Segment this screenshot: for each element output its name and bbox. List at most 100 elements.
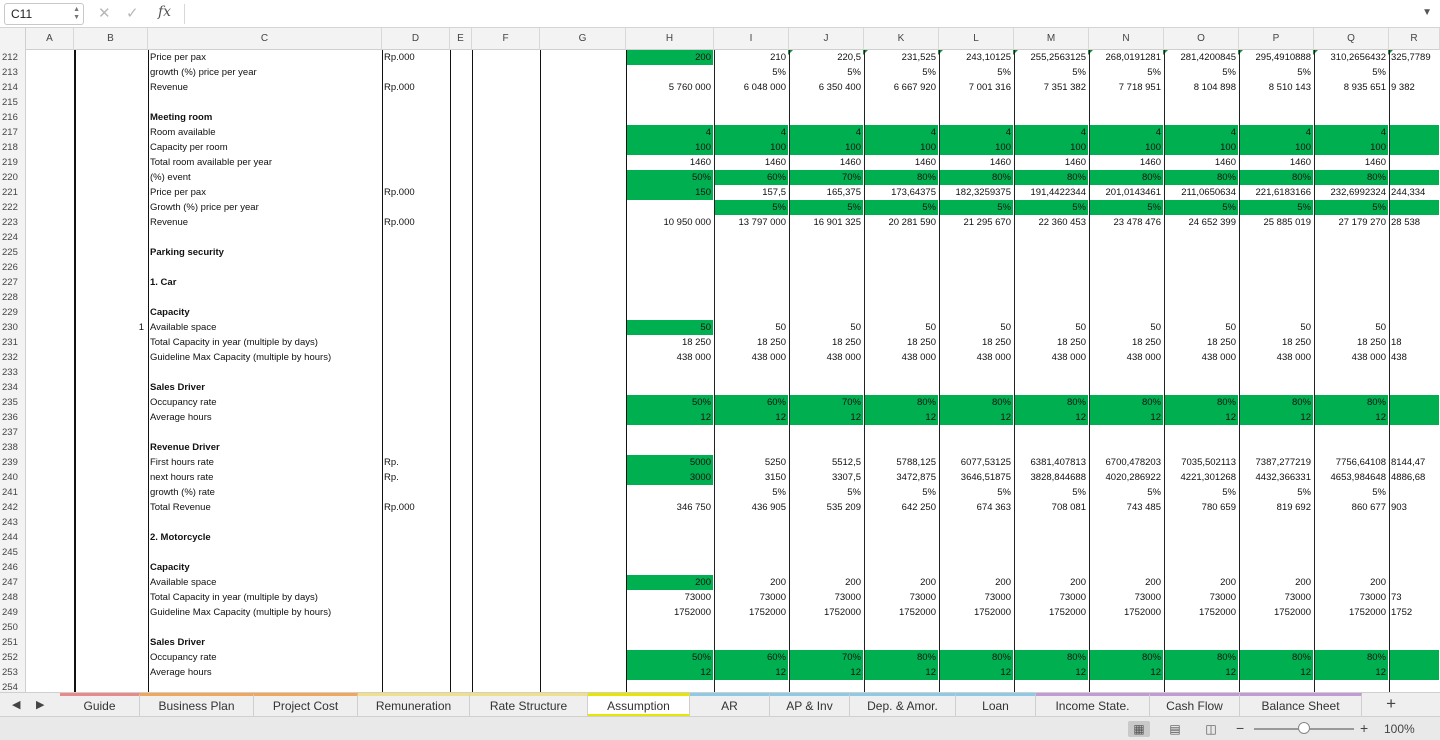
row-header[interactable]: 216 bbox=[0, 110, 26, 125]
value-cell-p[interactable]: 819 692 bbox=[1239, 500, 1313, 515]
column-header-a[interactable]: A bbox=[26, 28, 74, 50]
value-cell-m[interactable]: 6381,407813 bbox=[1014, 455, 1088, 470]
value-cell-r[interactable]: 903 bbox=[1389, 500, 1439, 515]
value-cell-j[interactable]: 12 bbox=[789, 665, 863, 680]
value-cell-n[interactable]: 80% bbox=[1089, 650, 1163, 665]
value-cell-p[interactable]: 80% bbox=[1239, 395, 1313, 410]
value-cell-k[interactable]: 80% bbox=[864, 650, 938, 665]
value-cell-k[interactable]: 4 bbox=[864, 125, 938, 140]
value-cell-h[interactable]: 12 bbox=[626, 410, 713, 425]
value-cell-k[interactable]: 5% bbox=[864, 485, 938, 500]
row-header[interactable]: 250 bbox=[0, 620, 26, 635]
value-cell-k[interactable]: 642 250 bbox=[864, 500, 938, 515]
value-cell-i[interactable]: 12 bbox=[714, 665, 788, 680]
row-header[interactable]: 236 bbox=[0, 410, 26, 425]
row-label[interactable]: next hours rate bbox=[148, 470, 382, 485]
value-cell-j[interactable]: 70% bbox=[789, 650, 863, 665]
row-header[interactable]: 235 bbox=[0, 395, 26, 410]
row-header[interactable]: 215 bbox=[0, 95, 26, 110]
value-cell-k[interactable]: 18 250 bbox=[864, 335, 938, 350]
value-cell-n[interactable]: 12 bbox=[1089, 665, 1163, 680]
value-cell-j[interactable]: 438 000 bbox=[789, 350, 863, 365]
value-cell-h[interactable]: 10 950 000 bbox=[626, 215, 713, 230]
value-cell-l[interactable]: 1460 bbox=[939, 155, 1013, 170]
row-header[interactable]: 225 bbox=[0, 245, 26, 260]
value-cell-l[interactable]: 12 bbox=[939, 410, 1013, 425]
value-cell-p[interactable]: 295,4910888 bbox=[1239, 50, 1313, 65]
value-cell-r[interactable] bbox=[1389, 155, 1439, 170]
value-cell-q[interactable]: 80% bbox=[1314, 650, 1388, 665]
unit-cell[interactable]: Rp.000 bbox=[382, 215, 450, 230]
prev-sheet-icon[interactable]: ◀ bbox=[12, 698, 20, 711]
value-cell-q[interactable]: 50 bbox=[1314, 320, 1388, 335]
column-header-d[interactable]: D bbox=[382, 28, 450, 50]
row-header[interactable]: 223 bbox=[0, 215, 26, 230]
row-label[interactable]: 1. Car bbox=[148, 275, 382, 290]
value-cell-q[interactable]: 5% bbox=[1314, 65, 1388, 80]
cell-b[interactable]: 1 bbox=[74, 320, 146, 335]
value-cell-j[interactable]: 5% bbox=[789, 485, 863, 500]
value-cell-j[interactable]: 50 bbox=[789, 320, 863, 335]
value-cell-j[interactable]: 4 bbox=[789, 125, 863, 140]
value-cell-j[interactable]: 220,5 bbox=[789, 50, 863, 65]
value-cell-o[interactable]: 4221,301268 bbox=[1164, 470, 1238, 485]
tab-balance-sheet[interactable]: Balance Sheet bbox=[1240, 693, 1362, 716]
value-cell-i[interactable]: 5% bbox=[714, 485, 788, 500]
row-header[interactable]: 240 bbox=[0, 470, 26, 485]
value-cell-r[interactable]: 4886,68 bbox=[1389, 470, 1439, 485]
value-cell-n[interactable]: 268,0191281 bbox=[1089, 50, 1163, 65]
value-cell-h[interactable]: 200 bbox=[626, 50, 713, 65]
row-label[interactable]: Total Revenue bbox=[148, 500, 382, 515]
value-cell-k[interactable]: 200 bbox=[864, 575, 938, 590]
value-cell-n[interactable]: 743 485 bbox=[1089, 500, 1163, 515]
value-cell-p[interactable]: 73000 bbox=[1239, 590, 1313, 605]
value-cell-n[interactable]: 5% bbox=[1089, 200, 1163, 215]
row-label[interactable]: Available space bbox=[148, 575, 382, 590]
value-cell-l[interactable]: 3646,51875 bbox=[939, 470, 1013, 485]
unit-cell[interactable]: Rp.000 bbox=[382, 185, 450, 200]
value-cell-h[interactable]: 200 bbox=[626, 575, 713, 590]
value-cell-h[interactable]: 4 bbox=[626, 125, 713, 140]
name-box[interactable]: C11 ▲ ▼ bbox=[4, 3, 84, 25]
value-cell-o[interactable]: 5% bbox=[1164, 65, 1238, 80]
value-cell-o[interactable]: 200 bbox=[1164, 575, 1238, 590]
tab-assumption[interactable]: Assumption bbox=[588, 693, 690, 716]
value-cell-l[interactable]: 674 363 bbox=[939, 500, 1013, 515]
value-cell-p[interactable]: 4 bbox=[1239, 125, 1313, 140]
value-cell-o[interactable]: 5% bbox=[1164, 200, 1238, 215]
select-all-corner[interactable] bbox=[0, 28, 26, 50]
column-header-r[interactable]: R bbox=[1389, 28, 1440, 50]
value-cell-n[interactable]: 1752000 bbox=[1089, 605, 1163, 620]
value-cell-p[interactable]: 1460 bbox=[1239, 155, 1313, 170]
row-label[interactable]: Total Capacity in year (multiple by days… bbox=[148, 590, 382, 605]
column-header-j[interactable]: J bbox=[789, 28, 864, 50]
value-cell-k[interactable]: 80% bbox=[864, 395, 938, 410]
row-label[interactable]: First hours rate bbox=[148, 455, 382, 470]
value-cell-o[interactable]: 80% bbox=[1164, 650, 1238, 665]
value-cell-p[interactable]: 18 250 bbox=[1239, 335, 1313, 350]
value-cell-k[interactable]: 50 bbox=[864, 320, 938, 335]
row-header[interactable]: 246 bbox=[0, 560, 26, 575]
row-header[interactable]: 217 bbox=[0, 125, 26, 140]
value-cell-r[interactable] bbox=[1389, 650, 1439, 665]
row-header[interactable]: 244 bbox=[0, 530, 26, 545]
row-header[interactable]: 245 bbox=[0, 545, 26, 560]
value-cell-i[interactable]: 60% bbox=[714, 395, 788, 410]
value-cell-r[interactable]: 244,334 bbox=[1389, 185, 1439, 200]
value-cell-q[interactable]: 860 677 bbox=[1314, 500, 1388, 515]
row-label[interactable]: Capacity bbox=[148, 305, 382, 320]
value-cell-k[interactable]: 73000 bbox=[864, 590, 938, 605]
value-cell-q[interactable]: 438 000 bbox=[1314, 350, 1388, 365]
value-cell-m[interactable]: 1460 bbox=[1014, 155, 1088, 170]
value-cell-q[interactable]: 1460 bbox=[1314, 155, 1388, 170]
value-cell-q[interactable]: 310,2656432 bbox=[1314, 50, 1388, 65]
value-cell-k[interactable]: 5% bbox=[864, 65, 938, 80]
column-header-m[interactable]: M bbox=[1014, 28, 1089, 50]
row-label[interactable]: Capacity per room bbox=[148, 140, 382, 155]
value-cell-r[interactable] bbox=[1389, 200, 1439, 215]
value-cell-j[interactable]: 5512,5 bbox=[789, 455, 863, 470]
value-cell-n[interactable]: 200 bbox=[1089, 575, 1163, 590]
value-cell-i[interactable]: 1460 bbox=[714, 155, 788, 170]
value-cell-n[interactable]: 4 bbox=[1089, 125, 1163, 140]
value-cell-p[interactable]: 5% bbox=[1239, 200, 1313, 215]
